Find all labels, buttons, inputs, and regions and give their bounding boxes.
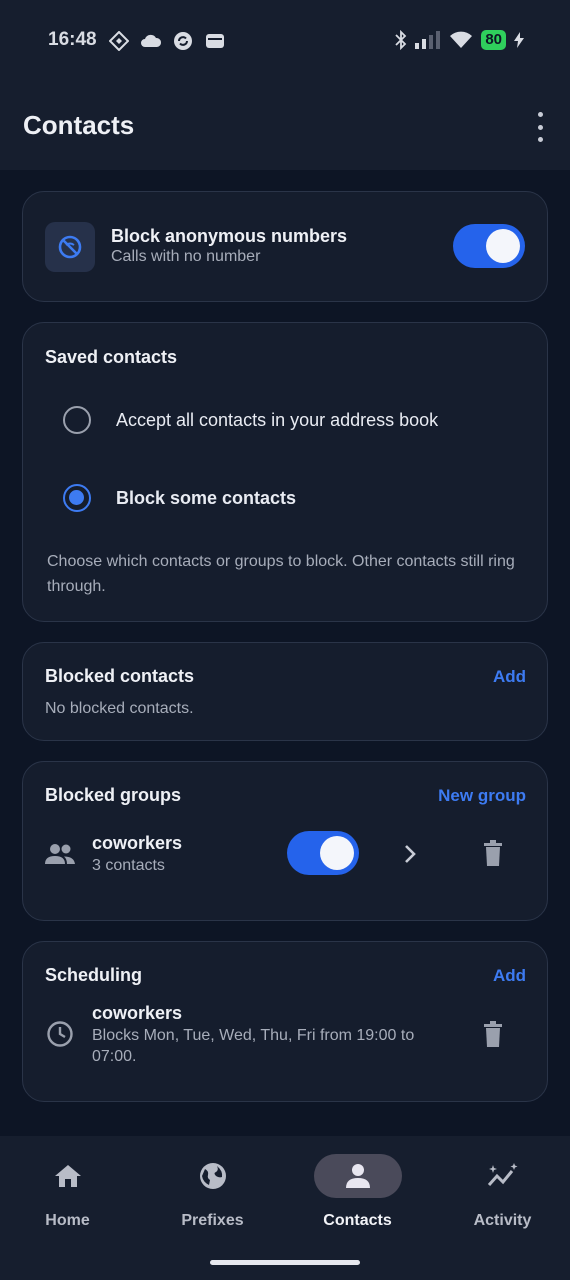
scheduling-card: Scheduling Add coworkers Blocks Mon, Tue… xyxy=(22,941,548,1102)
sync-icon xyxy=(172,30,194,52)
cloud-icon xyxy=(140,30,162,52)
trash-icon[interactable] xyxy=(483,840,503,866)
home-icon xyxy=(54,1165,81,1187)
more-options-icon[interactable] xyxy=(532,112,548,142)
app-notification-icon xyxy=(108,30,130,52)
nav-label: Prefixes xyxy=(181,1212,244,1229)
scheduling-title: Scheduling xyxy=(45,965,143,985)
group-toggle[interactable] xyxy=(287,831,359,875)
page-title: Contacts xyxy=(23,110,135,140)
activity-icon xyxy=(487,1163,517,1186)
person-icon xyxy=(345,1164,370,1188)
battery-level: 80 xyxy=(481,30,506,50)
radio-button[interactable] xyxy=(63,406,91,434)
nav-label: Activity xyxy=(473,1212,532,1229)
option-label: Accept all contacts in your address book xyxy=(116,409,439,430)
globe-icon xyxy=(199,1163,226,1189)
home-indicator xyxy=(210,1260,360,1265)
saved-contacts-description: Choose which contacts or groups to block… xyxy=(47,553,515,595)
anonymous-toggle[interactable] xyxy=(453,224,525,268)
nav-contacts[interactable]: Contacts xyxy=(285,1154,430,1230)
signal-icon xyxy=(415,31,441,49)
blocked-groups-title: Blocked groups xyxy=(45,785,182,805)
anonymous-title: Block anonymous numbers xyxy=(111,226,348,246)
saved-contacts-title: Saved contacts xyxy=(45,347,178,367)
block-icon xyxy=(45,222,95,272)
option-accept-all[interactable]: Accept all contacts in your address book xyxy=(63,406,438,434)
option-block-some[interactable]: Block some contacts xyxy=(63,484,296,512)
blocked-contacts-card: Blocked contacts Add No blocked contacts… xyxy=(22,642,548,741)
clock-icon xyxy=(47,1021,73,1047)
wallet-icon xyxy=(204,30,226,52)
anonymous-subtitle: Calls with no number xyxy=(111,248,261,265)
notification-icons xyxy=(108,30,226,52)
nav-label: Contacts xyxy=(323,1212,392,1229)
new-group-button[interactable]: New group xyxy=(438,786,526,806)
bottom-nav: Home Prefixes Contacts Activity xyxy=(0,1136,570,1280)
toggle-knob xyxy=(486,229,520,263)
nav-home[interactable]: Home xyxy=(0,1154,140,1230)
status-bar: 16:48 80 xyxy=(0,0,570,82)
blocked-contacts-title: Blocked contacts xyxy=(45,666,195,686)
group-name: coworkers xyxy=(92,833,183,853)
chevron-right-icon[interactable] xyxy=(403,844,417,864)
charging-icon xyxy=(514,32,524,48)
system-icons: 80 xyxy=(395,30,524,50)
toggle-knob xyxy=(320,836,354,870)
wifi-icon xyxy=(450,31,473,48)
bluetooth-icon xyxy=(395,30,407,50)
app-bar: Contacts xyxy=(0,82,570,170)
group-count: 3 contacts xyxy=(92,857,165,874)
schedule-description: Blocks Mon, Tue, Wed, Thu, Fri from 19:0… xyxy=(92,1027,415,1065)
trash-icon[interactable] xyxy=(483,1021,503,1047)
saved-contacts-card: Saved contacts Accept all contacts in yo… xyxy=(22,322,548,622)
empty-contacts-text: No blocked contacts. xyxy=(45,700,194,717)
status-time: 16:48 xyxy=(48,29,97,50)
schedule-name: coworkers xyxy=(92,1003,183,1023)
nav-activity[interactable]: Activity xyxy=(430,1154,570,1230)
anonymous-card: Block anonymous numbers Calls with no nu… xyxy=(22,191,548,302)
add-schedule-button[interactable]: Add xyxy=(493,966,526,986)
group-icon xyxy=(45,844,75,864)
nav-label: Home xyxy=(45,1212,90,1229)
nav-prefixes[interactable]: Prefixes xyxy=(140,1154,285,1230)
radio-button-selected[interactable] xyxy=(63,484,91,512)
blocked-groups-card: Blocked groups New group coworkers 3 con… xyxy=(22,761,548,921)
option-label: Block some contacts xyxy=(116,487,297,508)
add-contact-button[interactable]: Add xyxy=(493,667,526,687)
